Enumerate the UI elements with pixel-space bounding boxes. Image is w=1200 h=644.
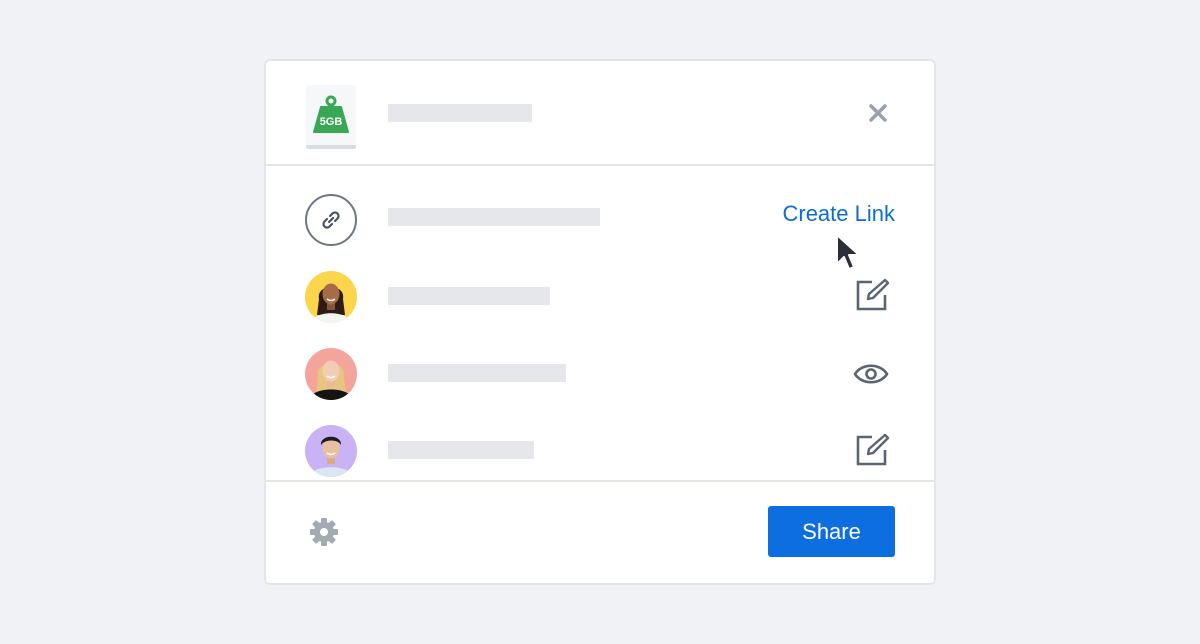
avatar (305, 425, 357, 477)
person-name-placeholder (388, 287, 550, 305)
share-dialog: 5GB Create Link Share (264, 59, 936, 585)
link-placeholder (388, 208, 600, 226)
link-icon (305, 194, 357, 246)
avatar (305, 271, 357, 323)
weight-icon: 5GB (313, 95, 349, 133)
eye-icon[interactable] (853, 356, 889, 392)
edit-icon[interactable] (854, 432, 890, 468)
person-name-placeholder (388, 441, 534, 459)
edit-icon[interactable] (854, 277, 890, 313)
share-button[interactable]: Share (768, 506, 895, 557)
person-name-placeholder (388, 364, 566, 382)
close-icon[interactable] (864, 99, 892, 127)
footer-divider (266, 480, 934, 482)
mouse-cursor-icon (834, 232, 868, 278)
create-link-button[interactable]: Create Link (782, 201, 895, 227)
file-icon: 5GB (306, 85, 356, 149)
file-name-placeholder (388, 104, 532, 122)
avatar (305, 348, 357, 400)
gear-icon[interactable] (308, 516, 340, 548)
header-divider (266, 164, 934, 166)
file-size-label: 5GB (320, 116, 343, 128)
